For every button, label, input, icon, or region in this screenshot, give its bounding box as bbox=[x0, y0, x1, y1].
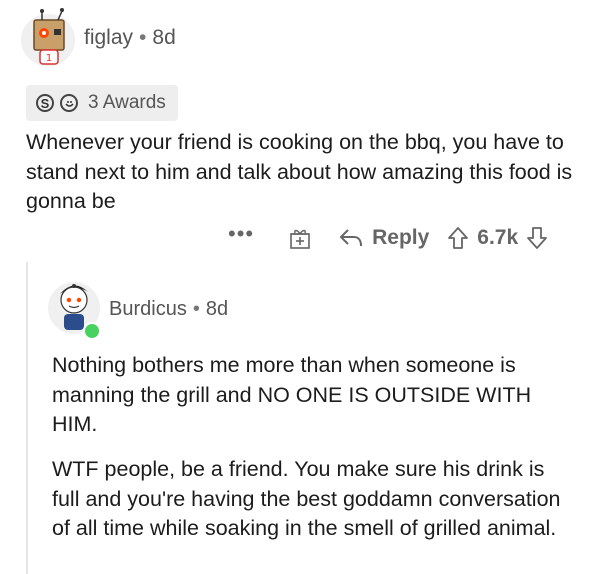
thread-line[interactable] bbox=[26, 262, 28, 574]
meta-separator: • bbox=[139, 26, 147, 49]
downvote-arrow-icon bbox=[527, 227, 548, 249]
meta-separator: • bbox=[192, 298, 200, 320]
reply-paragraph: WTF people, be a friend. You make sure h… bbox=[52, 457, 561, 540]
username-link[interactable]: figlay bbox=[84, 26, 133, 49]
svg-text:1: 1 bbox=[46, 53, 52, 64]
downvote-button[interactable] bbox=[526, 226, 548, 250]
box-robot-avatar-icon: 1 bbox=[21, 8, 75, 66]
comment-body: Whenever your friend is cooking on the b… bbox=[26, 130, 573, 213]
helpful-award-icon bbox=[60, 94, 78, 112]
reply-label: Reply bbox=[372, 226, 430, 249]
more-options-button[interactable]: ••• bbox=[228, 223, 254, 253]
reply-paragraph: Nothing bothers me more than when someon… bbox=[52, 353, 532, 436]
comment-age: 8d bbox=[152, 26, 176, 49]
awards-badge[interactable]: S 3 Awards bbox=[26, 85, 178, 121]
comment-age: 8d bbox=[205, 298, 229, 320]
awards-count: 3 Awards bbox=[88, 92, 166, 113]
reply-button[interactable]: Reply bbox=[338, 226, 447, 250]
reply-arrow-icon bbox=[340, 229, 363, 247]
comment-actions: ••• Reply 6.7k bbox=[228, 222, 548, 254]
avatar[interactable]: 1 bbox=[20, 6, 76, 68]
online-status-indicator bbox=[83, 322, 101, 340]
comment-author: figlay • 8d bbox=[84, 26, 176, 50]
comment-author: Burdicus • 8d bbox=[109, 298, 228, 321]
gift-icon bbox=[290, 229, 310, 249]
vote-score: 6.7k bbox=[477, 226, 519, 249]
username-link[interactable]: Burdicus bbox=[109, 298, 187, 320]
give-award-button[interactable] bbox=[288, 226, 312, 250]
upvote-button[interactable] bbox=[447, 226, 469, 250]
silver-award-icon: S bbox=[36, 94, 54, 112]
upvote-arrow-icon bbox=[448, 227, 469, 249]
